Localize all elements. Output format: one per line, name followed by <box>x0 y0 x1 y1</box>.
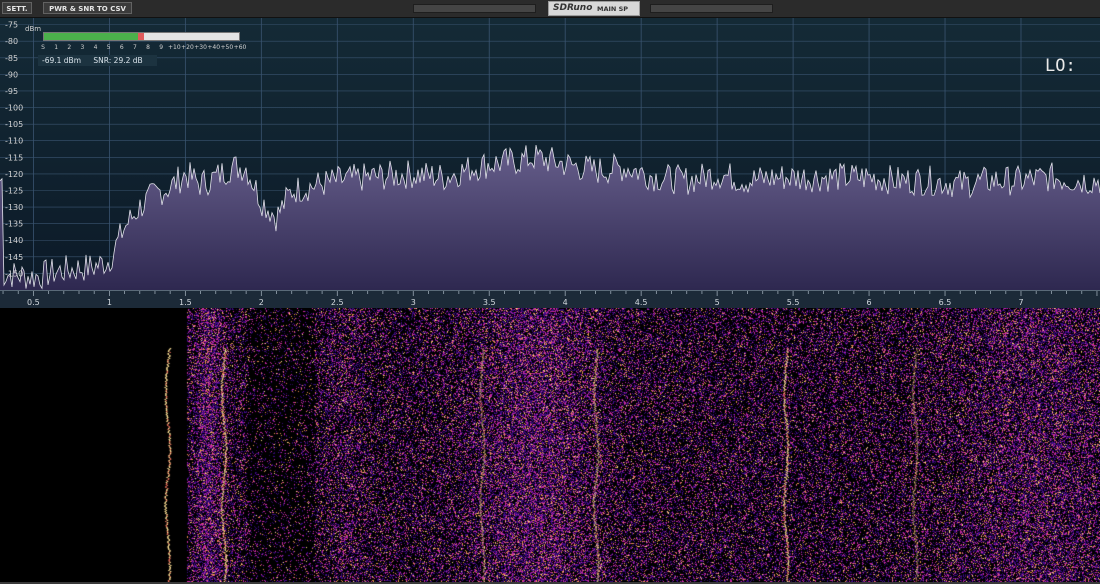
x-tick-label: 6.5 <box>939 298 952 307</box>
window-title: MAIN SP <box>597 5 629 13</box>
meter-scale-label: +20 <box>181 44 194 51</box>
x-tick-label: 3 <box>411 298 416 307</box>
x-tick-label: 7 <box>1018 298 1023 307</box>
power-readout: -69.1 dBm <box>42 56 82 65</box>
title-bar-slot-right <box>650 4 773 13</box>
meter-scale-label: S <box>41 44 45 51</box>
y-tick-label: -135 <box>5 220 23 229</box>
y-tick-label: -150 <box>5 269 23 278</box>
x-tick-label: 2 <box>259 298 264 307</box>
meter-scale-label: 6 <box>119 44 124 51</box>
waterfall-display[interactable] <box>0 308 1100 582</box>
meter-scale-label: 2 <box>67 44 72 51</box>
y-tick-label: -130 <box>5 203 23 212</box>
signal-meter-peak <box>137 33 144 40</box>
y-tick-label: -95 <box>5 87 18 96</box>
y-tick-label: -100 <box>5 104 23 113</box>
y-tick-label: -110 <box>5 137 23 146</box>
sdruno-logo: SDRuno <box>553 3 593 13</box>
x-tick-label: 3.5 <box>483 298 496 307</box>
y-tick-label: -125 <box>5 186 23 195</box>
y-tick-label: -115 <box>5 153 23 162</box>
x-tick-label: 5 <box>715 298 720 307</box>
meter-scale-label: +30 <box>194 44 207 51</box>
meter-scale-label: +50 <box>220 44 234 51</box>
x-tick-label: 5.5 <box>787 298 800 307</box>
spectrum-fill <box>0 145 1100 290</box>
meter-scale-label: 1 <box>54 44 59 51</box>
export-csv-button[interactable]: PWR & SNR TO CSV <box>43 2 132 14</box>
frequency-axis: 0.5 1 1.5 2 2.5 3 3.5 4 4.5 5 5.5 6 6.5 7 <box>0 290 1100 309</box>
spectrum-plot: -75 -80 -85 -90 -95 -100 -105 -110 -115 -120 -125 -… <box>0 18 1100 290</box>
meter-scale-label: +60 <box>233 44 247 51</box>
settings-button[interactable]: SETT. <box>2 2 32 14</box>
window-title-plate: SDRuno MAIN SP <box>548 1 640 16</box>
meter-scale-label: +10 <box>167 44 181 51</box>
y-axis-unit: dBm <box>25 25 42 33</box>
y-tick-label: -80 <box>5 37 18 46</box>
y-tick-label: -90 <box>5 70 18 79</box>
signal-meter-fill <box>44 33 138 40</box>
y-tick-label: -75 <box>5 21 18 30</box>
y-tick-label: -145 <box>5 253 23 262</box>
meter-scale-label: 5 <box>106 44 111 51</box>
meter-scale-label: +40 <box>207 44 221 51</box>
meter-scale-label: 4 <box>93 44 98 51</box>
meter-scale-label: 7 <box>133 44 137 51</box>
x-tick-label: 6 <box>867 298 872 307</box>
meter-scale-label: 3 <box>80 44 85 51</box>
power-snr-readout: -69.1 dBm SNR: 29.2 dB <box>38 55 157 66</box>
y-tick-label: -85 <box>5 54 18 63</box>
signal-meter <box>43 32 240 41</box>
meter-scale-label: 9 <box>159 44 164 51</box>
y-tick-label: -120 <box>5 170 23 179</box>
y-tick-label: -140 <box>5 236 23 245</box>
x-tick-label: 1.5 <box>179 298 192 307</box>
x-tick-label: 1 <box>107 298 112 307</box>
y-tick-label: -105 <box>5 120 23 129</box>
waterfall-canvas <box>0 308 1100 582</box>
lo-indicator: LO: <box>1045 56 1076 76</box>
x-tick-label: 4 <box>563 298 568 307</box>
x-tick-label: 2.5 <box>331 298 344 307</box>
meter-scale-label: 8 <box>146 44 150 51</box>
spectrum-display[interactable]: -75 -80 -85 -90 -95 -100 -105 -110 -115 -120 -125 -… <box>0 18 1100 290</box>
x-tick-label: 4.5 <box>635 298 648 307</box>
x-tick-label: 0.5 <box>27 298 40 307</box>
signal-meter-scale: S 1 2 3 4 5 6 7 8 9 +10 +20 +30 +40 +50 +60 <box>41 44 246 54</box>
title-bar-slot-left <box>413 4 536 13</box>
title-bar: SETT. PWR & SNR TO CSV SDRuno MAIN SP <box>0 0 1100 18</box>
snr-readout: SNR: 29.2 dB <box>93 56 143 65</box>
